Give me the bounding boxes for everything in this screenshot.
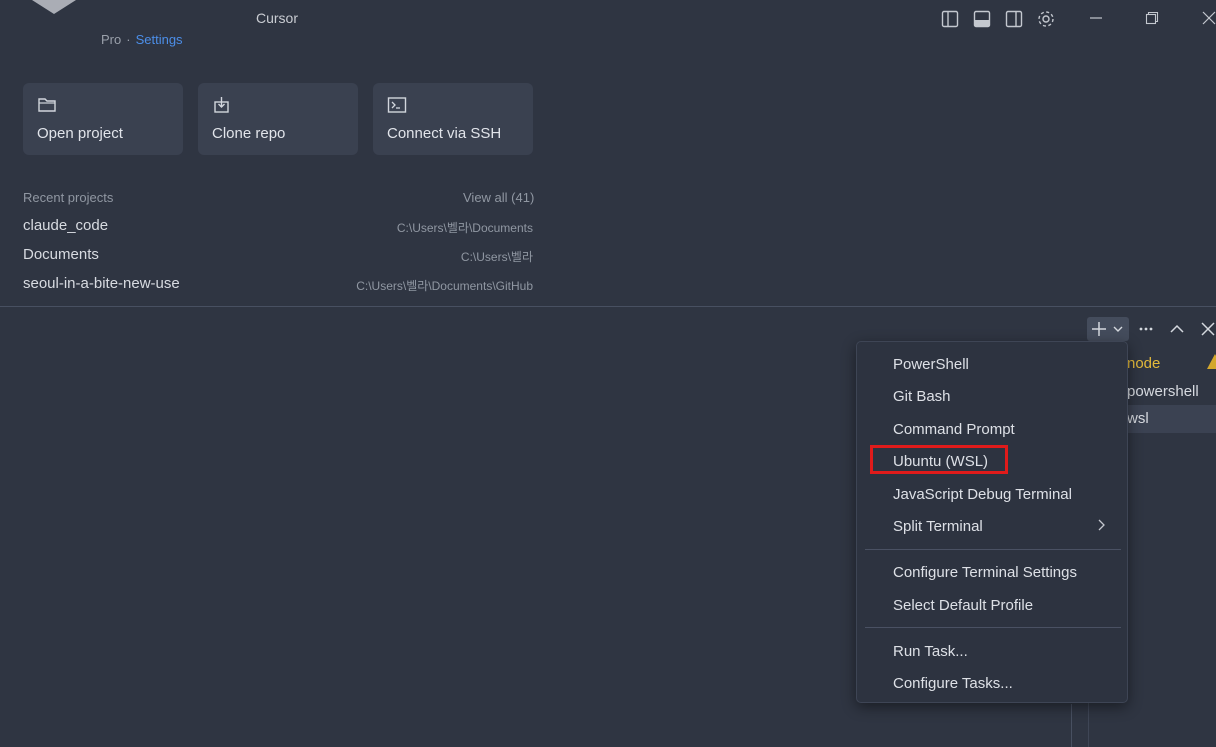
terminal-tab-label: wsl [1127,410,1149,427]
toggle-panel-icon[interactable] [971,8,993,30]
ubuntu-wsl-highlight-box [870,445,1008,474]
close-panel-icon[interactable] [1197,318,1216,340]
project-name: seoul-in-a-bite-new-use [23,275,180,292]
plan-info: Pro · Settings [101,32,183,47]
menu-item-configure-tasks[interactable]: Configure Tasks... [857,669,1129,699]
clone-repo-button[interactable]: Clone repo [198,83,358,155]
menu-item-label: Git Bash [893,388,951,405]
terminal-tab-label: node [1127,355,1161,372]
menu-item-js-debug-terminal[interactable]: JavaScript Debug Terminal [857,480,1129,510]
menu-item-label: Command Prompt [893,421,1015,438]
recent-project-item[interactable]: seoul-in-a-bite-new-use C:\Users\벨라\Docu… [23,275,533,299]
open-project-label: Open project [37,125,123,142]
menu-separator [865,627,1121,628]
menu-item-label: Run Task... [893,643,968,660]
recent-projects-heading: Recent projects [23,190,114,205]
folder-icon [37,96,57,114]
plan-label: Pro [101,32,122,47]
view-all-link[interactable]: View all (41) [463,190,534,205]
project-name: claude_code [23,217,109,234]
menu-item-run-task[interactable]: Run Task... [857,637,1129,667]
cursor-logo [32,0,76,14]
toggle-secondary-sidebar-icon[interactable] [1003,8,1025,30]
menu-separator [865,549,1121,550]
menu-item-label: Split Terminal [893,518,983,535]
open-project-button[interactable]: Open project [23,83,183,155]
clone-icon [212,96,232,114]
chevron-right-icon [1097,518,1107,532]
menu-item-command-prompt[interactable]: Command Prompt [857,415,1129,445]
menu-item-configure-terminal-settings[interactable]: Configure Terminal Settings [857,558,1129,588]
minimize-icon[interactable] [1084,6,1108,30]
connect-ssh-button[interactable]: Connect via SSH [373,83,533,155]
menu-item-label: Select Default Profile [893,597,1034,614]
menu-item-git-bash[interactable]: Git Bash [857,382,1129,412]
chevron-down-icon[interactable] [1107,318,1129,340]
toggle-primary-sidebar-icon[interactable] [939,8,961,30]
new-terminal-dropdown: PowerShell Git Bash Command Prompt Ubunt… [856,341,1128,703]
menu-item-label: Configure Tasks... [893,675,1013,692]
window-title: Cursor [256,10,299,26]
menu-item-select-default-profile[interactable]: Select Default Profile [857,591,1129,621]
restore-icon[interactable] [1140,6,1164,30]
project-path: C:\Users\벨라 [460,250,533,264]
sash-divider[interactable] [1071,704,1072,747]
project-name: Documents [23,246,99,263]
menu-item-label: JavaScript Debug Terminal [893,486,1072,503]
more-icon[interactable] [1135,318,1157,340]
close-icon[interactable] [1197,6,1216,30]
settings-link[interactable]: Settings [136,32,183,47]
recent-project-item[interactable]: claude_code C:\Users\벨라\Documents [23,217,533,241]
plan-separator: · [126,32,131,47]
menu-item-label: Configure Terminal Settings [893,564,1077,581]
title-bar: Cursor [0,0,1216,36]
chevron-up-icon[interactable] [1166,318,1188,340]
menu-item-label: PowerShell [893,356,969,373]
menu-item-powershell[interactable]: PowerShell [857,350,1129,380]
panel-divider[interactable] [0,306,1216,307]
recent-project-item[interactable]: Documents C:\Users\벨라 [23,246,533,270]
project-path: C:\Users\벨라\Documents\GitHub [356,279,533,293]
menu-item-split-terminal[interactable]: Split Terminal [857,512,1129,542]
terminal-tab-label: powershell [1127,383,1199,400]
gear-icon[interactable] [1035,8,1057,30]
clone-repo-label: Clone repo [212,125,286,142]
project-path: C:\Users\벨라\Documents [396,221,533,235]
connect-ssh-label: Connect via SSH [387,125,502,142]
warning-icon [1207,354,1216,369]
terminal-icon [387,96,407,114]
